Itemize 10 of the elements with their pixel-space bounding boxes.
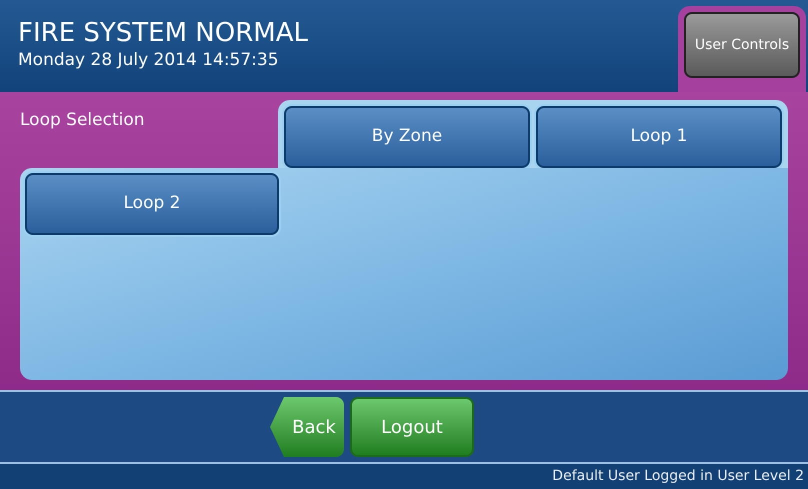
panel-title: Loop Selection: [20, 110, 145, 130]
user-controls-button[interactable]: User Controls: [684, 12, 800, 78]
loop-button[interactable]: Loop 2: [25, 173, 279, 235]
system-status-title: FIRE SYSTEM NORMAL: [18, 18, 309, 48]
status-text: Default User Logged in User Level 2: [552, 467, 804, 486]
date-time: Monday 28 July 2014 14:57:35: [18, 49, 280, 72]
logout-button[interactable]: Logout: [350, 397, 474, 457]
loop-button[interactable]: Loop 1: [536, 106, 782, 168]
back-button[interactable]: Back: [270, 397, 344, 457]
loop-button[interactable]: By Zone: [284, 106, 530, 168]
